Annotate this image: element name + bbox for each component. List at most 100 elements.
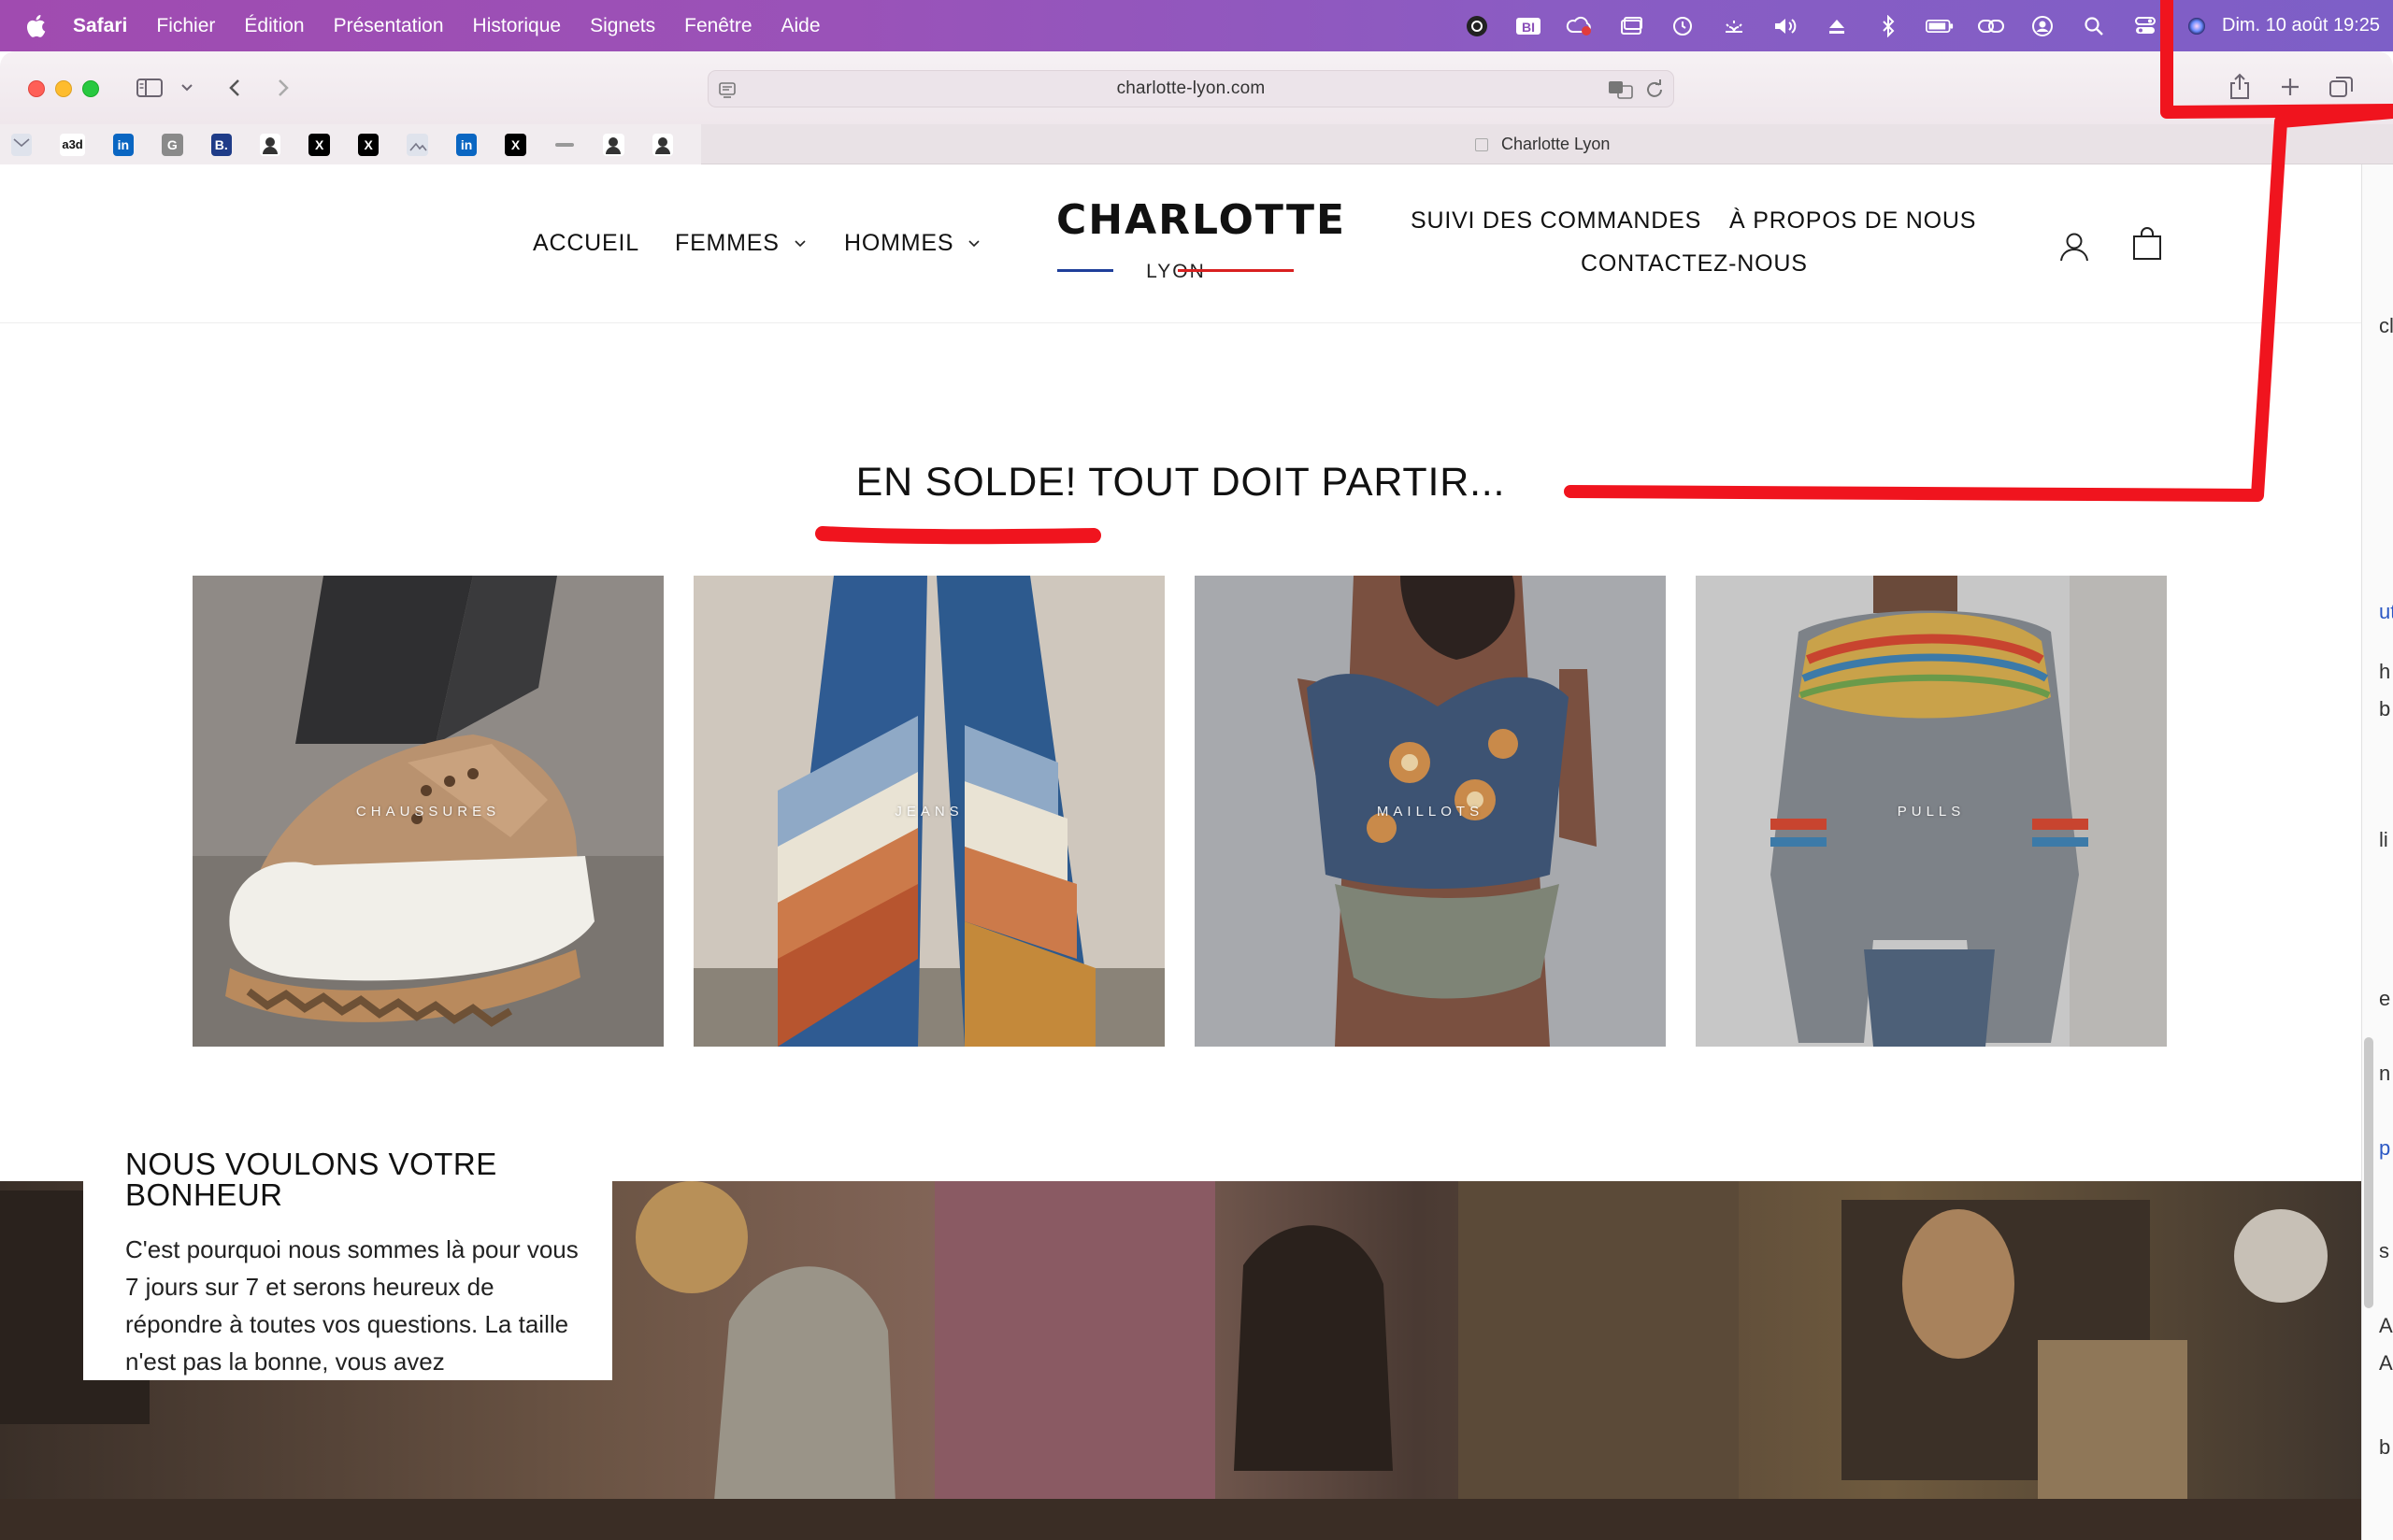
logo-name: CHARLOTTE xyxy=(1056,196,1347,244)
strip-text: b xyxy=(2379,697,2391,720)
logo-city: LYON xyxy=(1146,261,1206,282)
category-label: PULLS xyxy=(1897,803,1966,820)
user-icon[interactable] xyxy=(2028,14,2056,38)
logo-red-underline xyxy=(1178,269,1294,272)
zoom-window-button[interactable] xyxy=(82,80,99,97)
category-card-chaussures[interactable]: CHAUSSURES xyxy=(193,576,664,1047)
forward-arrow-icon[interactable] xyxy=(271,74,295,102)
bi-icon[interactable]: BI xyxy=(1514,14,1542,38)
category-label: CHAUSSURES xyxy=(355,803,501,820)
back-arrow-icon[interactable] xyxy=(222,74,247,102)
eject-icon[interactable] xyxy=(1823,14,1851,38)
favorite-booking[interactable]: B. xyxy=(210,133,232,156)
favorites-bar: a3d in G B. X X in X Charlotte Lyon xyxy=(0,124,2393,164)
time-machine-icon[interactable] xyxy=(1669,14,1697,38)
page-scrollbar-thumb[interactable] xyxy=(2364,1037,2373,1308)
strip-text: cl xyxy=(2379,314,2393,337)
siri-icon[interactable] xyxy=(2183,14,2211,38)
menu-aide[interactable]: Aide xyxy=(781,15,821,37)
window-icon[interactable] xyxy=(1617,14,1645,38)
sale-heading: EN SOLDE! TOUT DOIT PARTIR... xyxy=(0,460,2361,506)
menubar-clock[interactable]: Dim. 10 août 19:25 xyxy=(2222,15,2380,36)
favorite-dash-icon[interactable] xyxy=(554,134,575,156)
cloud-sync-icon[interactable] xyxy=(1566,14,1594,38)
strip-text: b xyxy=(2379,1435,2391,1459)
category-label: JEANS xyxy=(895,803,964,820)
favorite-x-2[interactable]: X xyxy=(357,133,380,156)
nav-hommes[interactable]: HOMMES xyxy=(844,230,982,257)
favorite-g[interactable]: G xyxy=(162,133,183,156)
favorite-linkedin-2[interactable]: in xyxy=(455,133,478,156)
creative-cloud-icon[interactable] xyxy=(1463,14,1491,38)
safari-toolbar: charlotte-lyon.com xyxy=(0,51,2393,124)
chevron-down-icon xyxy=(795,239,806,247)
cart-bag-icon[interactable] xyxy=(2131,226,2163,262)
nav-femmes-label: FEMMES xyxy=(675,230,780,256)
close-window-button[interactable] xyxy=(28,80,45,97)
favorite-person-icon-3[interactable] xyxy=(652,133,674,156)
favorite-mail-icon[interactable] xyxy=(11,133,33,156)
nav-a-propos[interactable]: À PROPOS DE NOUS xyxy=(1729,207,1976,235)
reader-icon[interactable] xyxy=(718,80,737,105)
new-tab-icon[interactable] xyxy=(2275,72,2305,102)
control-center-icon[interactable] xyxy=(2131,14,2159,38)
macos-menu-bar: Safari Fichier Édition Présentation Hist… xyxy=(0,0,2393,51)
chevron-down-icon[interactable] xyxy=(178,78,196,98)
site-header: ACCUEIL FEMMES HOMMES CHARLOTTE LYON SUI… xyxy=(0,164,2361,323)
nav-suivi-label: SUIVI DES COMMANDES xyxy=(1411,207,1702,234)
nav-contact-label: CONTACTEZ-NOUS xyxy=(1581,250,1808,277)
nav-femmes[interactable]: FEMMES xyxy=(675,230,808,257)
svg-text:BI: BI xyxy=(1522,20,1535,35)
link-icon[interactable] xyxy=(1977,14,2005,38)
battery-icon[interactable] xyxy=(1926,14,1954,38)
menu-historique[interactable]: Historique xyxy=(473,15,562,37)
nav-contactez-nous[interactable]: CONTACTEZ-NOUS xyxy=(1581,250,1808,278)
tab-overview-icon[interactable] xyxy=(2326,72,2357,102)
tab-title: Charlotte Lyon xyxy=(1501,135,1611,153)
favorite-x-3[interactable]: X xyxy=(505,133,526,156)
nav-suivi-commandes[interactable]: SUIVI DES COMMANDES xyxy=(1411,207,1701,235)
apple-menu-icon[interactable] xyxy=(24,13,50,39)
about-text: C'est pourquoi nous sommes là pour vous … xyxy=(125,1235,579,1376)
favorite-image-icon[interactable] xyxy=(407,133,428,156)
menu-signets[interactable]: Signets xyxy=(590,15,655,37)
bluetooth-icon[interactable] xyxy=(1874,14,1902,38)
minimize-window-button[interactable] xyxy=(55,80,72,97)
about-heading: NOUS VOULONS VOTRE BONHEUR xyxy=(125,1147,497,1212)
active-tab[interactable]: Charlotte Lyon xyxy=(1475,124,1610,164)
menu-fichier[interactable]: Fichier xyxy=(156,15,215,37)
translate-icon[interactable] xyxy=(1608,79,1634,106)
favorite-x[interactable]: X xyxy=(308,133,330,156)
url-text[interactable]: charlotte-lyon.com xyxy=(1117,78,1266,99)
address-bar[interactable]: charlotte-lyon.com xyxy=(708,70,1674,107)
spotlight-search-icon[interactable] xyxy=(2080,14,2108,38)
nav-accueil[interactable]: ACCUEIL xyxy=(533,230,639,257)
favorites-list: a3d in G B. X X in X xyxy=(0,124,701,164)
category-card-jeans[interactable]: JEANS xyxy=(694,576,1165,1047)
menu-presentation[interactable]: Présentation xyxy=(334,15,444,37)
site-logo[interactable]: CHARLOTTE LYON xyxy=(1056,196,1344,283)
favorite-person-icon[interactable] xyxy=(260,133,281,156)
menu-edition[interactable]: Édition xyxy=(244,15,304,37)
volume-icon[interactable] xyxy=(1771,14,1799,38)
adjacent-window-strip: cl ut h b li e n p s A A b xyxy=(2361,164,2393,1540)
sidebar-toggle-icon[interactable] xyxy=(135,74,165,102)
menu-fenetre[interactable]: Fenêtre xyxy=(684,15,752,37)
strip-text: ut xyxy=(2379,600,2393,623)
brightness-icon[interactable] xyxy=(1720,14,1748,38)
menu-app-safari[interactable]: Safari xyxy=(73,15,127,37)
reload-icon[interactable] xyxy=(1643,79,1664,106)
category-card-pulls[interactable]: PULLS xyxy=(1696,576,2167,1047)
favorite-a3d[interactable]: a3d xyxy=(60,133,85,156)
share-icon[interactable] xyxy=(2225,70,2255,104)
category-label: MAILLOTS xyxy=(1376,803,1484,820)
favorite-person-icon-2[interactable] xyxy=(603,133,624,156)
strip-text: s xyxy=(2379,1239,2389,1262)
chevron-down-icon xyxy=(968,239,980,247)
strip-text: A xyxy=(2379,1314,2393,1337)
favorite-linkedin[interactable]: in xyxy=(112,133,135,156)
category-card-maillots[interactable]: MAILLOTS xyxy=(1195,576,1666,1047)
account-icon[interactable] xyxy=(2058,230,2090,264)
about-info-box: NOUS VOULONS VOTRE BONHEUR C'est pourquo… xyxy=(83,1100,612,1380)
nav-a-propos-label: À PROPOS DE NOUS xyxy=(1729,207,1977,234)
